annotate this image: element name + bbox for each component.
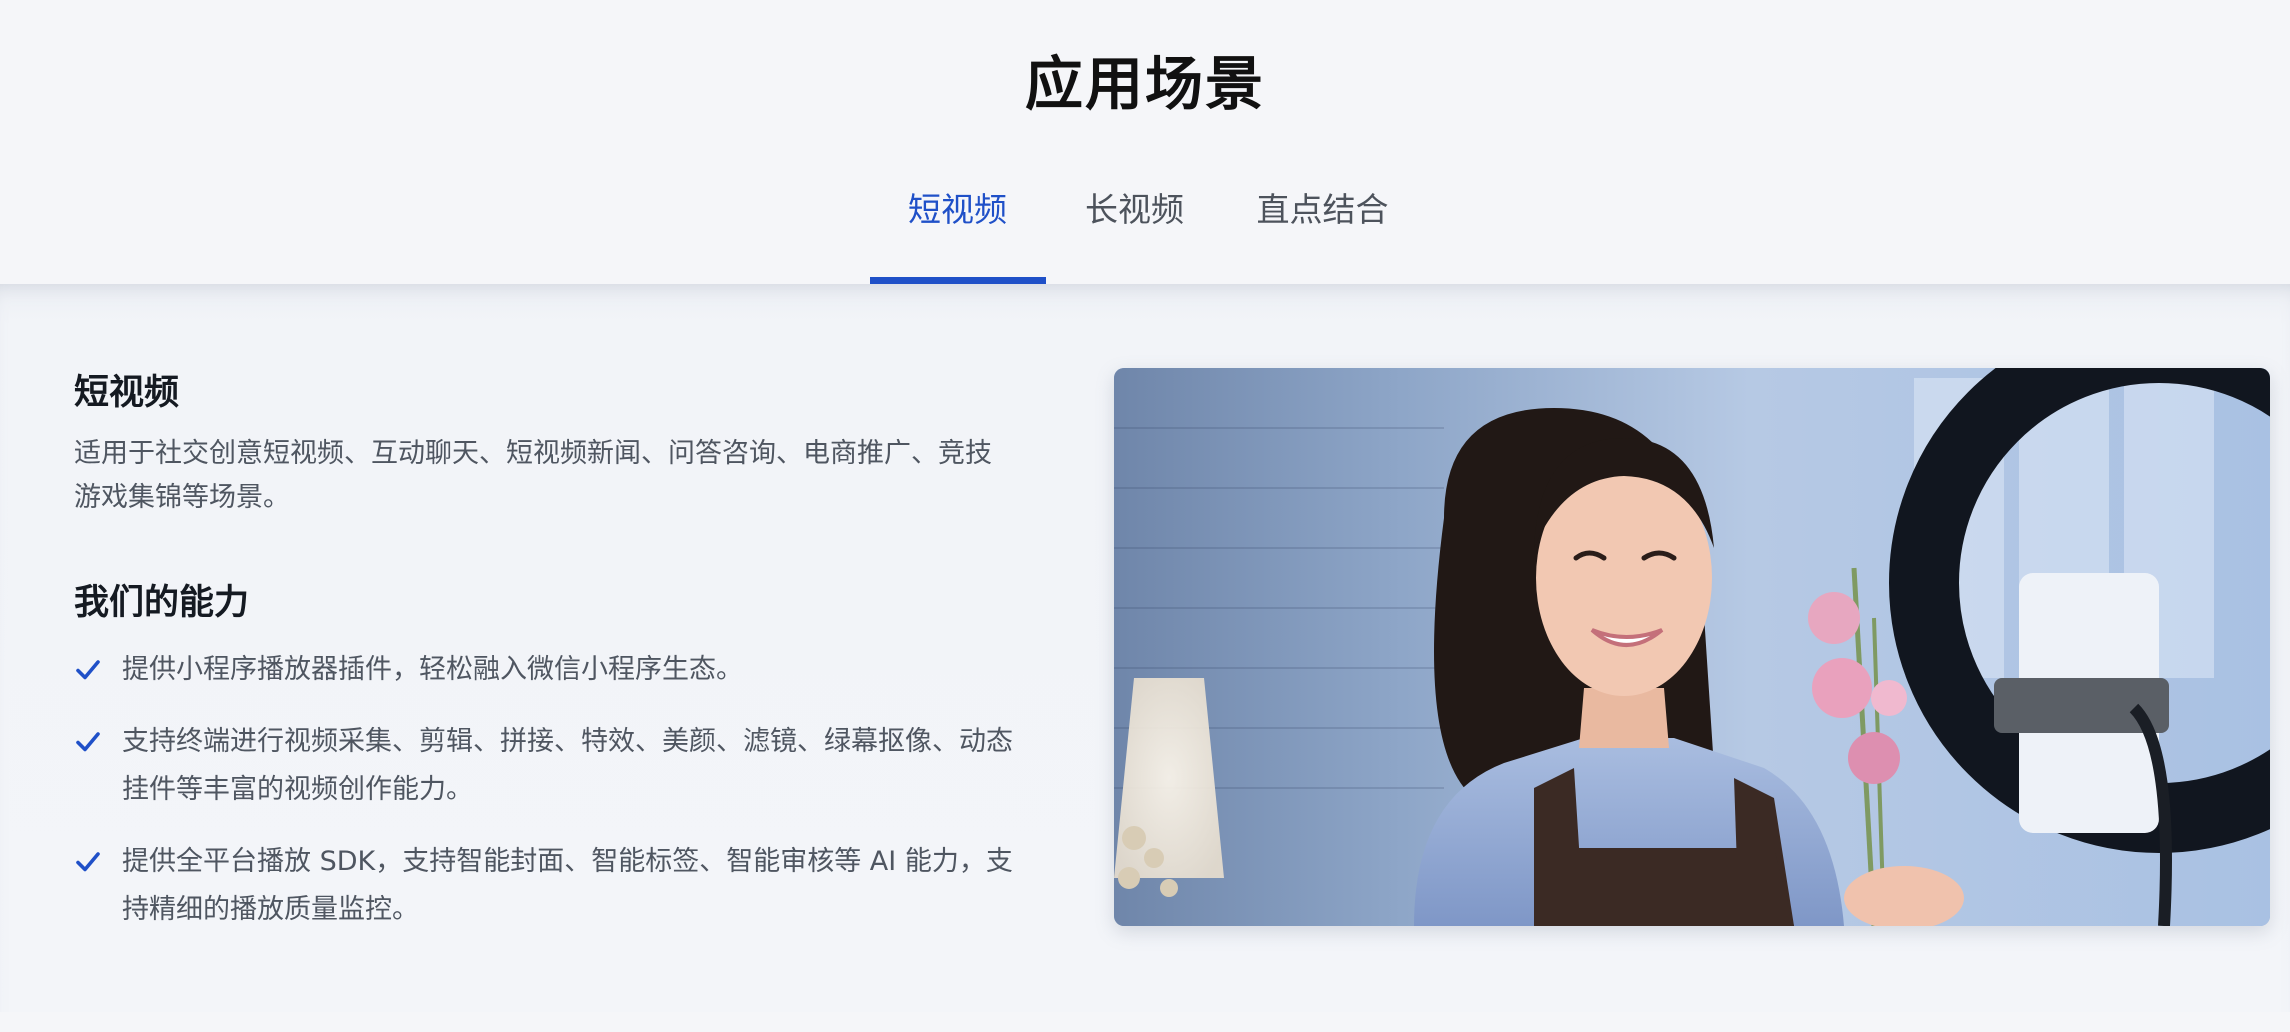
scene-description: 适用于社交创意短视频、互动聊天、短视频新闻、问答咨询、电商推广、竞技游戏集锦等场… [74, 438, 992, 513]
scene-heading: 短视频 [74, 373, 180, 413]
ability-text: 提供小程序播放器插件，轻松融入微信小程序生态。 [122, 654, 743, 685]
check-icon [76, 732, 100, 752]
abilities-list: 提供小程序播放器插件，轻松融入微信小程序生态。 支持终端进行视频采集、剪辑、拼接… [74, 646, 1034, 934]
scenario-tabs: 短视频 长视频 直点结合 [0, 182, 2290, 284]
scene-illustration [1114, 368, 2270, 926]
section-title: 应用场景 [1024, 50, 1265, 118]
check-icon [76, 852, 100, 872]
scenario-photo [1114, 368, 2270, 926]
tab-short-video[interactable]: 短视频 [869, 182, 1046, 284]
check-icon [76, 660, 100, 680]
tab-live-vod[interactable]: 直点结合 [1228, 182, 1418, 284]
tab-long-video[interactable]: 长视频 [1046, 182, 1224, 284]
abilities-heading: 我们的能力 [74, 583, 250, 623]
list-item: 提供全平台播放 SDK，支持智能封面、智能标签、智能审核等 AI 能力，支持精细… [74, 838, 1034, 934]
list-item: 提供小程序播放器插件，轻松融入微信小程序生态。 [74, 646, 1034, 694]
scenario-panel: 短视频 适用于社交创意短视频、互动聊天、短视频新闻、问答咨询、电商推广、竞技游戏… [0, 284, 2290, 1012]
ability-text: 提供全平台播放 SDK，支持智能封面、智能标签、智能审核等 AI 能力，支持精细… [122, 846, 1013, 925]
ability-text: 支持终端进行视频采集、剪辑、拼接、特效、美颜、滤镜、绿幕抠像、动态挂件等丰富的视… [122, 726, 1013, 805]
list-item: 支持终端进行视频采集、剪辑、拼接、特效、美颜、滤镜、绿幕抠像、动态挂件等丰富的视… [74, 718, 1034, 814]
